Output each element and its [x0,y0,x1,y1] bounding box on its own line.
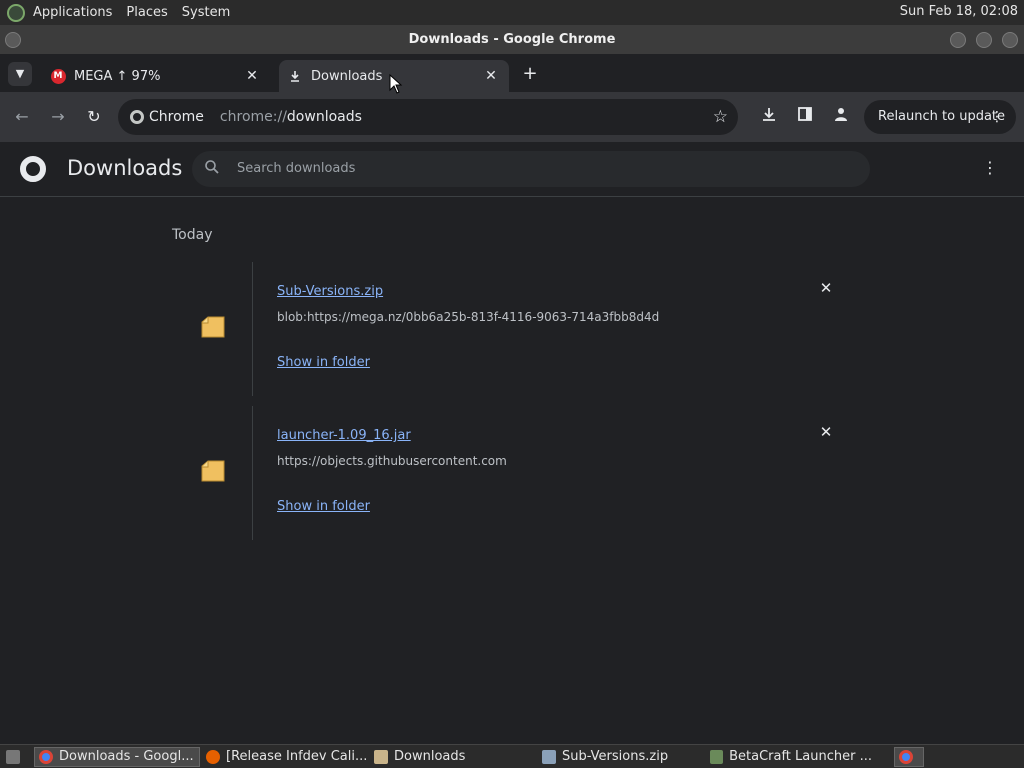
taskbar-item-label: [Release Infdev Cali... [226,749,368,764]
browser-toolbar: ← → ↻ Chrome chrome://downloads ☆ Relaun… [0,92,1024,142]
download-source-url[interactable]: blob:https://mega.nz/0bb6a25b-813f-4116-… [277,310,659,324]
firefox-icon [206,750,220,764]
menu-system[interactable]: System [182,5,230,20]
chrome-menu-icon[interactable]: ⋮ [990,100,1004,134]
minimize-icon[interactable] [950,32,966,48]
menu-applications[interactable]: Applications [33,5,112,20]
downloads-toolbar-icon[interactable] [758,106,780,128]
taskbar-item-betacraft[interactable]: BetaCraft Launcher ... [706,747,872,767]
more-actions-icon[interactable]: ⋮ [980,158,1000,180]
taskbar-item-archive[interactable]: Sub-Versions.zip [538,747,704,767]
download-filename-link[interactable]: Sub-Versions.zip [277,284,383,299]
window-titlebar[interactable]: Downloads - Google Chrome [0,25,1024,54]
distro-logo-icon[interactable] [7,3,25,22]
close-window-icon[interactable] [1002,32,1018,48]
window-title: Downloads - Google Chrome [408,32,616,47]
taskbar-item-firefox[interactable]: [Release Infdev Cali... [202,747,368,767]
archive-file-icon [201,460,225,482]
taskbar-item-label: Downloads - Googl... [59,749,194,764]
back-icon[interactable]: ← [11,106,33,128]
forward-icon[interactable]: → [47,106,69,128]
taskbar: Downloads - Googl... [Release Infdev Cal… [0,744,1024,768]
download-filename-link[interactable]: launcher-1.09_16.jar [277,428,411,443]
downloads-list: Today Sub-Versions.zip blob:https://mega… [0,197,1024,744]
side-panel-icon[interactable] [794,106,816,128]
reload-icon[interactable]: ↻ [83,106,105,128]
taskbar-item-chrome[interactable]: Downloads - Googl... [34,747,200,767]
chrome-icon [130,110,144,124]
mouse-cursor-icon [389,74,403,94]
taskbar-item-files[interactable]: Downloads [370,747,536,767]
profile-icon[interactable] [830,106,852,128]
window-menu-icon[interactable] [5,32,21,48]
tab-search-button[interactable]: ▼ [8,62,32,86]
show-desktop-icon [6,750,20,764]
relaunch-button[interactable]: Relaunch to update ⋮ [864,100,1016,134]
show-in-folder-link[interactable]: Show in folder [277,355,370,370]
mega-icon: M [50,68,66,84]
folder-icon [374,750,388,764]
download-item: launcher-1.09_16.jar https://objects.git… [172,406,860,540]
relaunch-label: Relaunch to update [878,109,1006,124]
new-tab-button[interactable]: + [519,64,541,86]
clock[interactable]: Sun Feb 18, 02:08 [900,4,1018,19]
tab-strip: ▼ M MEGA ↑ 97% ✕ Downloads ✕ + [0,54,1024,92]
bookmark-star-icon[interactable]: ☆ [713,107,728,127]
address-bar[interactable]: Chrome chrome://downloads ☆ [118,99,738,135]
show-desktop-button[interactable] [2,747,30,767]
show-in-folder-link[interactable]: Show in folder [277,499,370,514]
tab-title: MEGA ↑ 97% [74,68,161,84]
taskbar-item-label: Downloads [394,749,466,764]
site-chip-label: Chrome [149,109,204,125]
taskbar-item-label: Sub-Versions.zip [562,749,669,764]
tray-chrome-button[interactable] [894,747,924,767]
download-icon [287,68,303,84]
chrome-icon [39,750,53,764]
archive-file-icon [201,316,225,338]
close-tab-icon[interactable]: ✕ [483,68,499,84]
remove-download-icon[interactable]: ✕ [818,280,834,296]
search-placeholder: Search downloads [237,161,356,176]
download-item: Sub-Versions.zip blob:https://mega.nz/0b… [172,262,860,396]
betacraft-icon [710,750,724,764]
tab-mega[interactable]: M MEGA ↑ 97% ✕ [42,60,270,92]
desktop-top-panel: Applications Places System Sun Feb 18, 0… [0,0,1024,25]
archive-icon [542,750,556,764]
page-title: Downloads [67,156,183,180]
menu-places[interactable]: Places [126,5,167,20]
section-label-today: Today [172,227,213,243]
chrome-icon [899,750,913,764]
maximize-icon[interactable] [976,32,992,48]
taskbar-item-label: BetaCraft Launcher ... [729,749,872,764]
search-downloads-input[interactable]: Search downloads [192,151,870,187]
remove-download-icon[interactable]: ✕ [818,424,834,440]
search-icon [204,159,224,179]
close-tab-icon[interactable]: ✕ [244,68,260,84]
downloads-header: Downloads Search downloads ⋮ [0,142,1024,197]
url-scheme: chrome:// [219,109,287,125]
download-source-url[interactable]: https://objects.githubusercontent.com [277,454,507,468]
site-info-chip[interactable]: Chrome [130,109,204,125]
chrome-logo-icon [20,156,46,182]
url-path: downloads [286,109,362,125]
tab-title: Downloads [311,68,383,84]
